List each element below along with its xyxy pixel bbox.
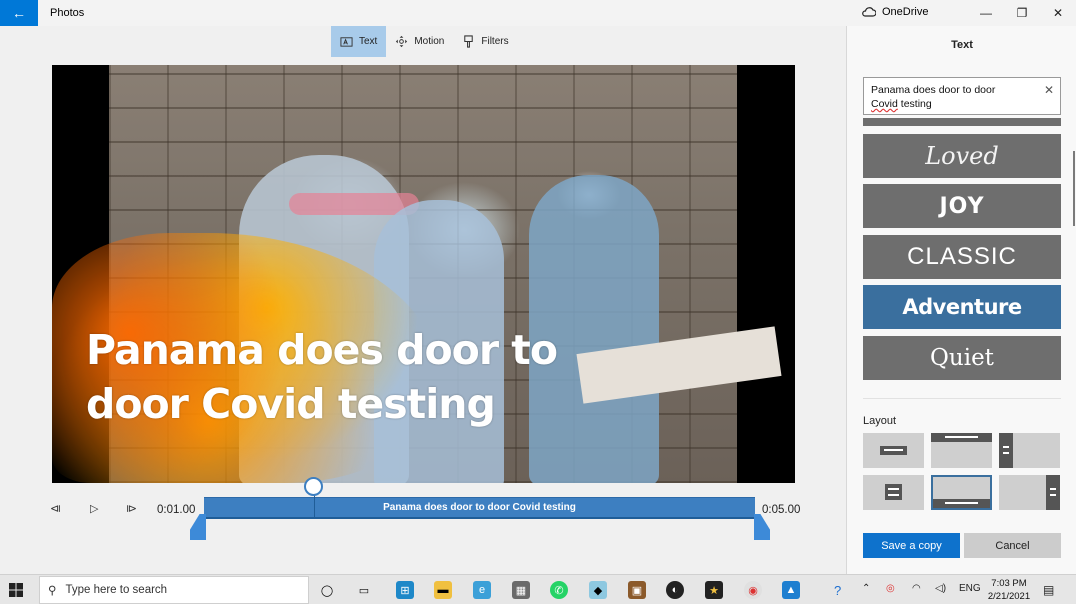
- layout-option-left-bar[interactable]: [999, 433, 1060, 468]
- clear-icon[interactable]: ✕: [1044, 83, 1054, 97]
- onedrive-status[interactable]: OneDrive: [862, 6, 928, 18]
- text-style-label: CLASSIC: [907, 243, 1017, 270]
- cortana-icon[interactable]: ◯: [318, 581, 336, 599]
- whatsapp-icon[interactable]: ✆: [550, 581, 568, 599]
- cloud-icon: [862, 7, 876, 17]
- playhead-handle[interactable]: [304, 477, 324, 496]
- language-indicator[interactable]: ENG: [959, 583, 981, 594]
- end-time: 0:05.00: [762, 504, 801, 516]
- playhead-stem: [314, 495, 316, 517]
- panel-scrollbar[interactable]: [1073, 151, 1075, 226]
- timeline-clip-label: Panama does door to door Covid testing: [383, 502, 576, 513]
- play-button[interactable]: ▷: [90, 502, 98, 515]
- layout-option-bottom-bar[interactable]: [931, 475, 992, 510]
- trim-end-handle[interactable]: [754, 514, 770, 540]
- edge-browser-icon[interactable]: e: [473, 581, 491, 599]
- tab-text-label: Text: [359, 36, 378, 47]
- caption-text-line1: Panama does door to door: [871, 84, 996, 96]
- close-icon: ✕: [1052, 6, 1064, 20]
- panel-title: Text: [951, 39, 973, 51]
- layout-option-right-bar[interactable]: [999, 475, 1060, 510]
- onedrive-label: OneDrive: [882, 6, 929, 18]
- text-style-quiet[interactable]: Quiet: [863, 336, 1061, 380]
- text-style-label: Quiet: [930, 345, 994, 371]
- trim-start-handle[interactable]: [190, 514, 206, 540]
- windows-start-icon[interactable]: [9, 583, 23, 597]
- search-icon: ⚲: [48, 585, 57, 597]
- tab-filters-label: Filters: [481, 36, 509, 47]
- clock[interactable]: 7:03 PM 2/21/2021: [984, 577, 1034, 603]
- text-panel: Text Panama does door to door Covid test…: [846, 26, 1076, 574]
- motion-icon: [396, 35, 408, 48]
- store-app-icon[interactable]: ⊞: [396, 581, 414, 599]
- layout-label: Layout: [863, 415, 897, 427]
- text-style-label: JOY: [939, 193, 985, 219]
- title-bar: ← Photos OneDrive — ❐ ✕: [0, 0, 1076, 26]
- notifications-icon[interactable]: ▤: [1043, 583, 1054, 597]
- text-style-label: Loved: [925, 142, 999, 170]
- video-preview[interactable]: Panama does door to door Covid testing: [52, 65, 795, 483]
- next-frame-button[interactable]: ⧐: [126, 502, 137, 515]
- caption-text-input[interactable]: Panama does door to door Covid testing ✕: [863, 77, 1061, 115]
- editor-toolbar: Text Motion Filters: [331, 26, 518, 57]
- text-style-partial[interactable]: [863, 118, 1061, 126]
- restore-icon: ❐: [1016, 6, 1028, 20]
- volume-icon[interactable]: ◁): [935, 583, 946, 594]
- text-style-label: Adventure: [902, 295, 1022, 319]
- editor-area: Text Motion Filters Panama does door to …: [0, 26, 846, 574]
- taskbar: ⚲ Type here to search ◯ ▭ ⊞ ▬ e ▦ ✆ ◆ ▣ …: [0, 574, 1076, 604]
- security-icon[interactable]: ◎: [886, 583, 895, 594]
- clock-date: 2/21/2021: [987, 591, 1031, 602]
- task-view-icon[interactable]: ▭: [355, 581, 373, 599]
- minimize-button[interactable]: —: [968, 0, 1004, 26]
- text-style-joy[interactable]: JOY: [863, 184, 1061, 228]
- save-copy-button[interactable]: Save a copy: [863, 533, 960, 558]
- text-style-list: Loved JOY CLASSIC Adventure Quiet: [863, 118, 1061, 388]
- app-title: Photos: [50, 7, 85, 19]
- timeline-clip[interactable]: Panama does door to door Covid testing: [204, 497, 755, 517]
- search-placeholder: Type here to search: [65, 584, 168, 596]
- back-arrow-icon: ←: [12, 5, 26, 21]
- text-style-adventure[interactable]: Adventure: [863, 285, 1061, 329]
- app-icon[interactable]: ▣: [628, 581, 646, 599]
- tab-motion[interactable]: Motion: [386, 26, 453, 57]
- taskbar-search-box[interactable]: ⚲ Type here to search: [39, 576, 309, 604]
- movie-maker-icon[interactable]: ★: [705, 581, 723, 599]
- help-icon[interactable]: ?: [834, 583, 841, 598]
- caption-text-line2-rest: testing: [897, 98, 932, 110]
- app-icon[interactable]: ◆: [589, 581, 607, 599]
- text-style-loved[interactable]: Loved: [863, 134, 1061, 178]
- close-button[interactable]: ✕: [1040, 0, 1076, 26]
- wifi-icon[interactable]: ◠: [912, 583, 921, 594]
- photos-app-icon[interactable]: ▲: [782, 581, 800, 599]
- minimize-icon: —: [980, 6, 992, 20]
- cancel-button[interactable]: Cancel: [964, 533, 1061, 558]
- tab-text[interactable]: Text: [331, 26, 387, 57]
- previous-frame-button[interactable]: ⧏: [50, 502, 61, 515]
- calculator-icon[interactable]: ▦: [512, 581, 530, 599]
- clock-time: 7:03 PM: [991, 578, 1027, 589]
- chrome-icon[interactable]: ◉: [744, 581, 762, 599]
- filters-icon: [464, 35, 474, 48]
- layout-option-center-bar[interactable]: [863, 433, 924, 468]
- layout-option-center-box[interactable]: [863, 475, 924, 510]
- back-button[interactable]: ←: [0, 0, 38, 26]
- start-time: 0:01.00: [157, 504, 196, 516]
- maximize-button[interactable]: ❐: [1004, 0, 1040, 26]
- video-caption[interactable]: Panama does door to door Covid testing: [86, 323, 566, 431]
- timeline-line: [204, 517, 755, 519]
- layout-option-top-bar[interactable]: [931, 433, 992, 468]
- text-style-classic[interactable]: CLASSIC: [863, 235, 1061, 279]
- text-icon: [340, 37, 353, 47]
- chevron-up-icon[interactable]: ⌃: [862, 583, 870, 594]
- file-explorer-icon[interactable]: ▬: [434, 581, 452, 599]
- divider: [863, 398, 1061, 399]
- caption-text-misspelled-word: Covid: [871, 98, 898, 110]
- app-icon[interactable]: ◐: [666, 581, 684, 599]
- tab-motion-label: Motion: [414, 36, 445, 47]
- tab-filters[interactable]: Filters: [453, 26, 517, 57]
